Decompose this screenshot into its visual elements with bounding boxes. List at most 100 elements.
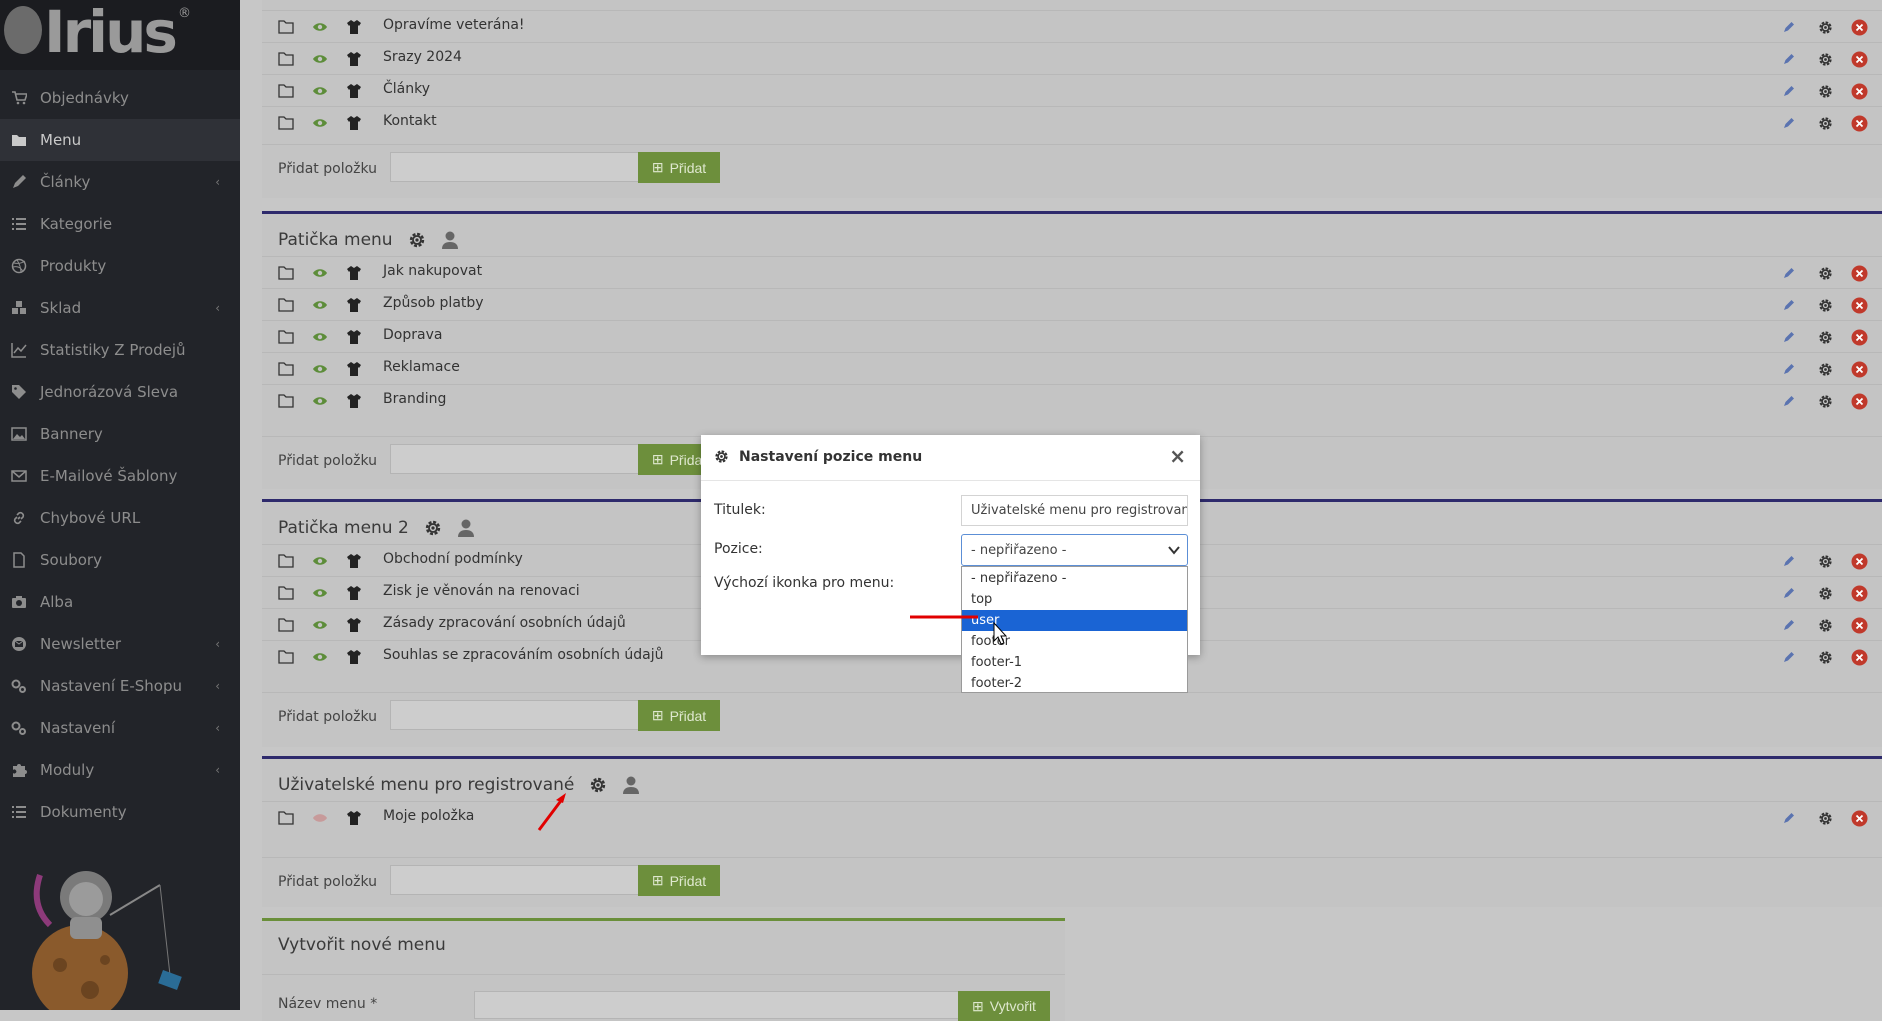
folder-icon[interactable] <box>278 330 294 344</box>
add-item-button[interactable]: ⊞ Přidat <box>638 865 720 896</box>
eye-icon[interactable] <box>312 618 328 632</box>
add-item-input[interactable] <box>390 865 640 895</box>
folder-icon[interactable] <box>278 586 294 600</box>
folder-icon[interactable] <box>278 52 294 66</box>
user-icon[interactable] <box>457 518 475 538</box>
delete-icon[interactable] <box>1851 617 1868 634</box>
eye-icon[interactable] <box>312 298 328 312</box>
add-item-input[interactable] <box>390 444 640 474</box>
menu-settings-gear-icon[interactable] <box>588 775 608 795</box>
folder-icon[interactable] <box>278 84 294 98</box>
sidebar-item[interactable]: Alba <box>0 581 240 623</box>
sidebar-item[interactable]: E-Mailové Šablony <box>0 455 240 497</box>
delete-icon[interactable] <box>1851 585 1868 602</box>
folder-icon[interactable] <box>278 266 294 280</box>
delete-icon[interactable] <box>1851 553 1868 570</box>
folder-icon[interactable] <box>278 650 294 664</box>
edit-pencil-icon[interactable] <box>1782 362 1796 376</box>
shirt-icon[interactable] <box>346 19 362 35</box>
gear-icon[interactable] <box>1817 297 1834 314</box>
logo[interactable]: Irius ® <box>0 0 240 70</box>
gear-icon[interactable] <box>1817 361 1834 378</box>
dropdown-option[interactable]: - nepřiřazeno - <box>962 568 1187 589</box>
edit-pencil-icon[interactable] <box>1782 116 1796 130</box>
folder-icon[interactable] <box>278 394 294 408</box>
eye-icon[interactable] <box>312 84 328 98</box>
edit-pencil-icon[interactable] <box>1782 298 1796 312</box>
add-item-button[interactable]: ⊞ Přidat <box>638 700 720 731</box>
delete-icon[interactable] <box>1851 115 1868 132</box>
shirt-icon[interactable] <box>346 329 362 345</box>
sidebar-item[interactable]: Jednorázová Sleva <box>0 371 240 413</box>
create-menu-button[interactable]: ⊞ Vytvořit <box>958 991 1050 1021</box>
sidebar-item[interactable]: Newsletter ‹ <box>0 623 240 665</box>
shirt-icon[interactable] <box>346 51 362 67</box>
edit-pencil-icon[interactable] <box>1782 266 1796 280</box>
dropdown-option[interactable]: user <box>962 610 1187 631</box>
sidebar-item[interactable]: Dokumenty <box>0 791 240 833</box>
delete-icon[interactable] <box>1851 329 1868 346</box>
delete-icon[interactable] <box>1851 265 1868 282</box>
eye-icon[interactable] <box>312 20 328 34</box>
edit-pencil-icon[interactable] <box>1782 811 1796 825</box>
pozice-select[interactable]: - nepřiřazeno - <box>961 534 1188 566</box>
menu-settings-gear-icon[interactable] <box>423 518 443 538</box>
delete-icon[interactable] <box>1851 361 1868 378</box>
edit-pencil-icon[interactable] <box>1782 394 1796 408</box>
shirt-icon[interactable] <box>346 115 362 131</box>
delete-icon[interactable] <box>1851 19 1868 36</box>
eye-icon[interactable] <box>312 362 328 376</box>
shirt-icon[interactable] <box>346 810 362 826</box>
folder-icon[interactable] <box>278 20 294 34</box>
shirt-icon[interactable] <box>346 553 362 569</box>
add-item-input[interactable] <box>390 700 640 730</box>
delete-icon[interactable] <box>1851 393 1868 410</box>
eye-icon[interactable] <box>312 266 328 280</box>
edit-pencil-icon[interactable] <box>1782 84 1796 98</box>
gear-icon[interactable] <box>1817 585 1834 602</box>
sidebar-item[interactable]: Články ‹ <box>0 161 240 203</box>
dropdown-option[interactable]: footer-2 <box>962 673 1187 694</box>
sidebar-item[interactable]: Soubory <box>0 539 240 581</box>
shirt-icon[interactable] <box>346 649 362 665</box>
sidebar-item[interactable]: Moduly ‹ <box>0 749 240 791</box>
gear-icon[interactable] <box>1817 617 1834 634</box>
delete-icon[interactable] <box>1851 649 1868 666</box>
eye-icon[interactable] <box>312 330 328 344</box>
menu-name-input[interactable] <box>474 991 962 1019</box>
edit-pencil-icon[interactable] <box>1782 20 1796 34</box>
eye-icon[interactable] <box>312 52 328 66</box>
sidebar-item[interactable]: Produkty <box>0 245 240 287</box>
gear-icon[interactable] <box>1817 265 1834 282</box>
sidebar-item[interactable]: Nastavení E-Shopu ‹ <box>0 665 240 707</box>
close-button[interactable]: × <box>1169 444 1186 468</box>
dropdown-option[interactable]: footer-1 <box>962 652 1187 673</box>
shirt-icon[interactable] <box>346 265 362 281</box>
folder-icon[interactable] <box>278 362 294 376</box>
edit-pencil-icon[interactable] <box>1782 330 1796 344</box>
add-item-input[interactable] <box>390 152 640 182</box>
folder-icon[interactable] <box>278 618 294 632</box>
delete-icon[interactable] <box>1851 810 1868 827</box>
shirt-icon[interactable] <box>346 585 362 601</box>
titulek-input[interactable]: Uživatelské menu pro registrované <box>961 495 1188 526</box>
user-icon[interactable] <box>441 230 459 250</box>
delete-icon[interactable] <box>1851 51 1868 68</box>
folder-icon[interactable] <box>278 298 294 312</box>
gear-icon[interactable] <box>1817 329 1834 346</box>
eye-icon[interactable] <box>312 554 328 568</box>
eye-icon[interactable] <box>312 586 328 600</box>
delete-icon[interactable] <box>1851 297 1868 314</box>
shirt-icon[interactable] <box>346 361 362 377</box>
user-icon[interactable] <box>622 775 640 795</box>
shirt-icon[interactable] <box>346 83 362 99</box>
edit-pencil-icon[interactable] <box>1782 586 1796 600</box>
gear-icon[interactable] <box>1817 51 1834 68</box>
folder-icon[interactable] <box>278 554 294 568</box>
delete-icon[interactable] <box>1851 83 1868 100</box>
dropdown-option[interactable]: footer <box>962 631 1187 652</box>
sidebar-item[interactable]: Chybové URL <box>0 497 240 539</box>
gear-icon[interactable] <box>1817 810 1834 827</box>
shirt-icon[interactable] <box>346 617 362 633</box>
menu-settings-gear-icon[interactable] <box>407 230 427 250</box>
